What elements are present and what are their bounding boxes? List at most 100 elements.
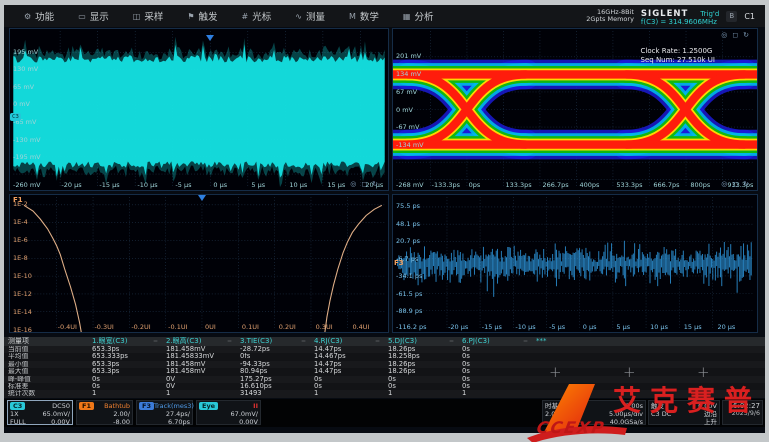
clock-box[interactable]: 16:02:27 2025/9/6 [722,400,763,425]
measurement-column-header[interactable]: 1.眼宽(C3)= [88,337,162,346]
empty-cell [532,376,606,383]
add-measurement-button[interactable]: + [623,363,636,381]
add-measurement-button[interactable]: + [549,363,562,381]
measurement-column-header[interactable]: 5.DJ(C3)= [384,337,458,346]
column-handle-icon[interactable]: = [153,337,158,346]
x-axis-label: 0UI [205,324,216,331]
add-measurement-button[interactable]: + [697,363,710,381]
seq-num-readout: Seq Num: 27.510k UI [641,56,715,65]
expand-icon[interactable]: ◻ [732,180,738,188]
x-axis-label: 10 μs [650,324,668,331]
y-axis-label: -34.1 ps [396,273,422,280]
menu-item-分析[interactable]: ▦分析 [403,9,434,23]
y-axis-label: 130 mV [13,66,38,73]
y-axis-label: 75.5 ps [396,203,420,210]
empty-cell [680,346,754,353]
y-axis-label: 1E-14 [13,309,32,316]
menu-item-功能[interactable]: ⚙ 功能 [24,9,54,23]
table-item-header: 测量项 [4,337,88,346]
tie-track-panel[interactable]: F3 75.5 ps48.1 ps20.7 ps-6.7 ps-34.1 ps-… [392,194,758,333]
x-axis-label: 800ps [690,182,710,189]
x-axis-label: 266.7ps [542,182,568,189]
measurement-value: 653.3ps [88,368,162,375]
function-f1-box[interactable]: F1Bathtub 2.00/ -8.00 [76,400,133,425]
snapshot-icon[interactable]: ◎ [721,180,727,188]
y-axis-label: -134 mV [396,142,424,149]
menu-item-数学[interactable]: M数学 [349,9,379,23]
empty-column-header[interactable] [680,337,754,346]
trigger-box[interactable]: 触发0.00V C3 DC边沿 上升 [648,400,720,425]
column-handle-icon[interactable]: = [375,337,380,346]
y-axis-label: 0 mV [13,101,30,108]
trigger-position-marker[interactable] [206,35,214,41]
x-axis-label: -15 μs [482,324,502,331]
expand-icon[interactable]: ◻ [732,31,738,39]
measurement-column-header[interactable]: 6.PJ(C3)= [458,337,532,346]
channel-waveform-panel[interactable]: C3 ◎◻↻ 195 mV130 mV65 mV0 mV-65 mV-130 m… [9,28,389,191]
measurement-value: 0s [88,376,162,383]
x-axis-label: 0 μs [583,324,597,331]
timebase-box[interactable]: 时基0.00s 2.00Mpts5.00μs/div 40.0GSa/s [542,400,646,425]
menu-item-光标[interactable]: #光标 [242,9,272,23]
snapshot-icon[interactable]: ◎ [350,180,356,188]
channel-c3-box[interactable]: C3DC50 1X65.0mV/ FULL0.00V [7,400,73,425]
menu-bar: ⚙功能▭显示◫采样⚑触发#光标∿测量M数学▦分析 16GHz-8Bit 2Gpt… [4,5,765,27]
b-badge[interactable]: B [726,11,737,22]
expand-icon[interactable]: ◻ [361,180,367,188]
clock-rate-readout: Clock Rate: 1.2500G [641,47,715,56]
trigger-position-marker[interactable] [198,195,206,201]
corner-axis-label: -260 mV [13,182,41,189]
y-axis-label: -195 mV [13,154,41,161]
panel-toolbar: ◎ ◻ ↻ [721,31,749,39]
menu-item-触发[interactable]: ⚑触发 [187,9,217,23]
column-handle-icon[interactable]: = [301,337,306,346]
measurement-value: 1 [88,390,162,397]
menu-item-测量[interactable]: ∿测量 [295,9,325,23]
measurement-value: 1 [458,390,532,397]
menu-item-显示[interactable]: ▭显示 [78,9,109,23]
measurement-column-header[interactable]: 2.眼高(C3)= [162,337,236,346]
restore-icon[interactable]: ↻ [743,31,749,39]
x-axis-label: -20 μs [448,324,468,331]
x-axis-label: 10 μs [289,182,307,189]
y-axis-label: 48.1 ps [396,221,420,228]
y-axis-label: 195 mV [13,49,38,56]
measurement-value: 653.3ps [88,361,162,368]
channel-indicator[interactable]: C1 [744,12,755,21]
table-header-row: 测量项1.眼宽(C3)=2.眼高(C3)=3.TIE(C3)=4.RJ(C3)=… [4,337,765,346]
y-axis-label: 1E-12 [13,291,32,298]
restore-icon[interactable]: ↻ [743,180,749,188]
function-f3-box[interactable]: F3Track(mes3) 27.4ps/ 6.70ps [136,400,193,425]
gear-icon: ⚙ [24,12,31,21]
x-axis-label: 0.1UI [242,324,259,331]
empty-column-header[interactable] [606,337,680,346]
bathtub-curve-panel[interactable]: F1 1E-21E-41E-61E-81E-101E-121E-141E-16-… [9,194,389,333]
measurement-value: 31493 [236,390,310,397]
restore-icon[interactable]: ↻ [372,180,378,188]
measurement-value: 0fs [236,353,310,360]
measurement-column-header[interactable]: 4.RJ(C3)= [310,337,384,346]
measurement-column-header[interactable]: 3.TIE(C3)= [236,337,310,346]
menu-item-label: 功能 [35,9,54,23]
eye-flag: II [253,402,258,410]
empty-column-header[interactable]: *** [532,337,606,346]
y-axis-label: 1E-16 [13,327,32,334]
frequency-readout: f(C3) = 314.9606MHz [641,18,719,26]
column-handle-icon[interactable]: = [523,337,528,346]
row-label: 统计次数 [4,390,88,397]
x-axis-label: 5 μs [251,182,265,189]
empty-cell [680,353,754,360]
menu-item-采样[interactable]: ◫采样 [133,9,164,23]
eye-box[interactable]: EyeII 67.0mV/ 0.00V [196,400,261,425]
table-row: 最小值653.3ps181.458mV-94.33ps14.47ps18.26p… [4,361,765,368]
measurement-value: 181.458mV [162,368,236,375]
snapshot-icon[interactable]: ◎ [721,31,727,39]
column-handle-icon[interactable]: = [227,337,232,346]
x-axis-label: -15 μs [99,182,119,189]
x-axis-label: 0.4UI [352,324,369,331]
x-axis-label: 133.3ps [506,182,532,189]
channel-offset-marker[interactable]: C3 [10,113,21,121]
measurement-value: 14.47ps [310,368,384,375]
column-handle-icon[interactable]: = [449,337,454,346]
eye-diagram-panel[interactable]: Clock Rate: 1.2500G Seq Num: 27.510k UI … [392,28,758,191]
